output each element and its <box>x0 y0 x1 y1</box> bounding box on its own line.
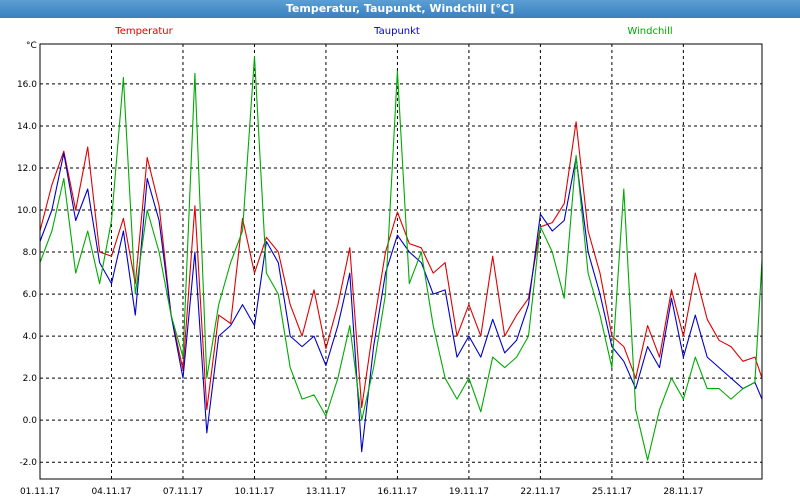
x-tick-label: 07.11.17 <box>163 487 203 497</box>
legend-windchill: Windchill <box>627 26 672 37</box>
y-tick-label: -2.0 <box>19 458 37 468</box>
chart-window: Temperatur, Taupunkt, Windchill [°C] °C … <box>0 0 800 500</box>
x-tick-label: 19.11.17 <box>449 487 489 497</box>
x-tick-label: 16.11.17 <box>377 487 417 497</box>
line-chart: °C Temperatur Taupunkt Windchill -2.0 0.0… <box>17 26 763 497</box>
x-tick-label: 10.11.17 <box>234 487 274 497</box>
y-tick-label: 4.0 <box>23 332 38 342</box>
x-tick-label: 04.11.17 <box>91 487 131 497</box>
y-tick-label: 14.0 <box>17 122 37 132</box>
y-tick-label: 12.0 <box>17 164 37 174</box>
x-tick-label: 13.11.17 <box>306 487 346 497</box>
x-tick-label: 28.11.17 <box>663 487 703 497</box>
series-line-temperatur <box>39 121 763 411</box>
legend-taupunkt: Taupunkt <box>373 26 420 37</box>
plot-area-frame <box>39 43 763 480</box>
series-line-windchill <box>39 56 763 461</box>
x-tick-label: 01.11.17 <box>20 487 60 497</box>
series-line-taupunkt <box>39 152 763 453</box>
legend-temperatur: Temperatur <box>114 26 173 37</box>
x-tick-label: 25.11.17 <box>592 487 632 497</box>
y-tick-label: 10.0 <box>17 206 37 216</box>
y-axis-unit: °C <box>26 41 37 51</box>
y-tick-label: 6.0 <box>23 290 38 300</box>
x-tick-label: 22.11.17 <box>520 487 560 497</box>
y-tick-label: 8.0 <box>23 248 38 258</box>
y-tick-label: 2.0 <box>23 374 38 384</box>
y-tick-label: 16.0 <box>17 80 37 90</box>
window-title: Temperatur, Taupunkt, Windchill [°C] <box>0 0 800 18</box>
y-tick-label: 0.0 <box>23 416 38 426</box>
